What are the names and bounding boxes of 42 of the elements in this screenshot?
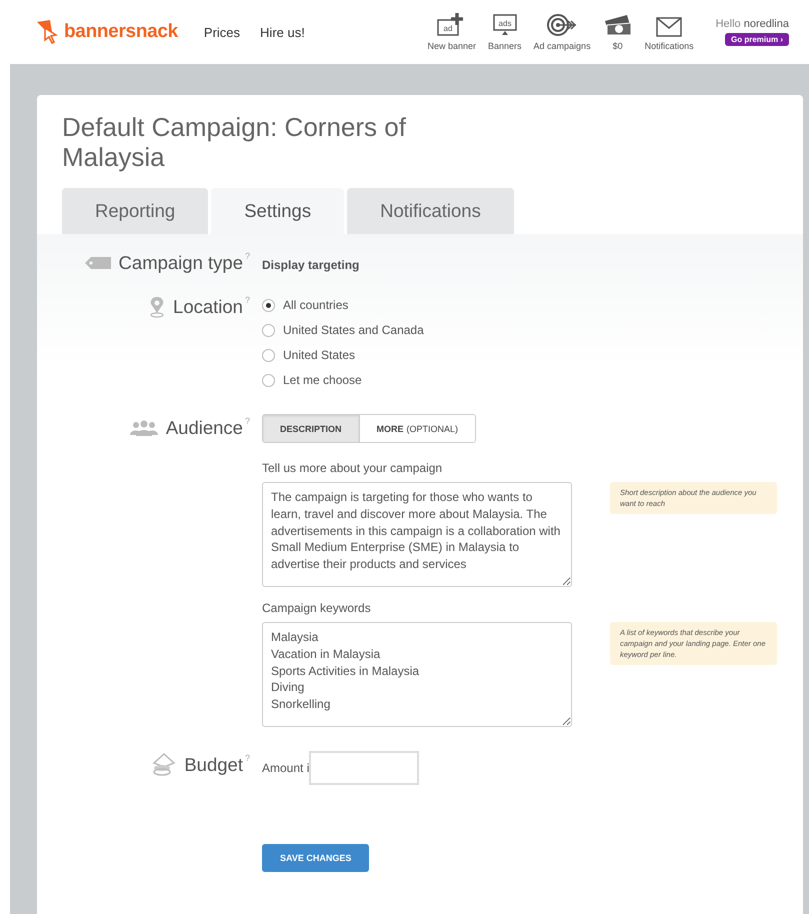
- field-label: Tell us more about your campaign: [262, 461, 444, 475]
- toolbar-label[interactable]: Notifications: [644, 41, 694, 51]
- save-changes-button[interactable]: SAVE CHANGES: [262, 844, 370, 872]
- radio-button[interactable]: [262, 348, 275, 362]
- nav-link[interactable]: Prices: [204, 24, 240, 40]
- toolbar-label[interactable]: $0: [612, 41, 623, 51]
- tab[interactable]: Settings: [211, 188, 344, 234]
- field-label: Location: [173, 296, 243, 318]
- segment-tab[interactable]: DESCRIPTION: [263, 415, 360, 442]
- radio-label[interactable]: United States and Canada: [283, 323, 424, 337]
- cursor-logo-icon: [36, 20, 58, 44]
- radio-label[interactable]: All countries: [283, 298, 348, 312]
- radio-label[interactable]: United States: [283, 348, 356, 362]
- amount-field[interactable]: [309, 751, 420, 785]
- keywords-field[interactable]: Malaysia Vacation in Malaysia Sports Activities in Malaysia Diving Snorkelling: [262, 622, 572, 727]
- coins-icon: [152, 753, 176, 777]
- field-label: Campaign keywords: [262, 601, 372, 615]
- amount-label: Amount i: [262, 761, 310, 775]
- page-title: Default Campaign: Corners of Malaysia: [61, 111, 407, 172]
- tab[interactable]: Notifications: [347, 188, 514, 234]
- radio-label[interactable]: Let me choose: [283, 373, 362, 387]
- target-icon[interactable]: [547, 13, 578, 37]
- description-field[interactable]: The campaign is targeting for those who wants to learn, travel and discover more about Malaysia. The advertisements in this campaign is a collaboration with Small Medium Enterprise (SME) in Malaysia to advertise their products and services: [262, 482, 572, 587]
- toolbar-label[interactable]: New banner: [427, 41, 476, 51]
- tag-icon: [84, 257, 111, 269]
- radio-button[interactable]: [262, 298, 275, 312]
- toolbar-label[interactable]: Banners: [488, 41, 522, 51]
- people-icon: [130, 420, 158, 436]
- radio-button[interactable]: [262, 324, 275, 336]
- campaign-type-value: Display targeting: [262, 258, 360, 272]
- nav-link[interactable]: Hire us!: [260, 24, 305, 40]
- envelope-icon[interactable]: [656, 17, 682, 37]
- field-label: Campaign type: [118, 252, 243, 274]
- go-premium-button[interactable]: Go premium ›: [724, 33, 789, 46]
- radio-button[interactable]: [262, 374, 275, 386]
- field-label: Budget: [184, 754, 243, 776]
- field-label: Audience: [166, 417, 243, 439]
- location-pin-icon: [149, 296, 166, 318]
- banknotes-icon[interactable]: [602, 13, 633, 37]
- tab[interactable]: Reporting: [62, 188, 208, 234]
- toolbar-label[interactable]: Ad campaigns: [534, 41, 591, 51]
- greeting: Hello noredlina: [716, 18, 789, 30]
